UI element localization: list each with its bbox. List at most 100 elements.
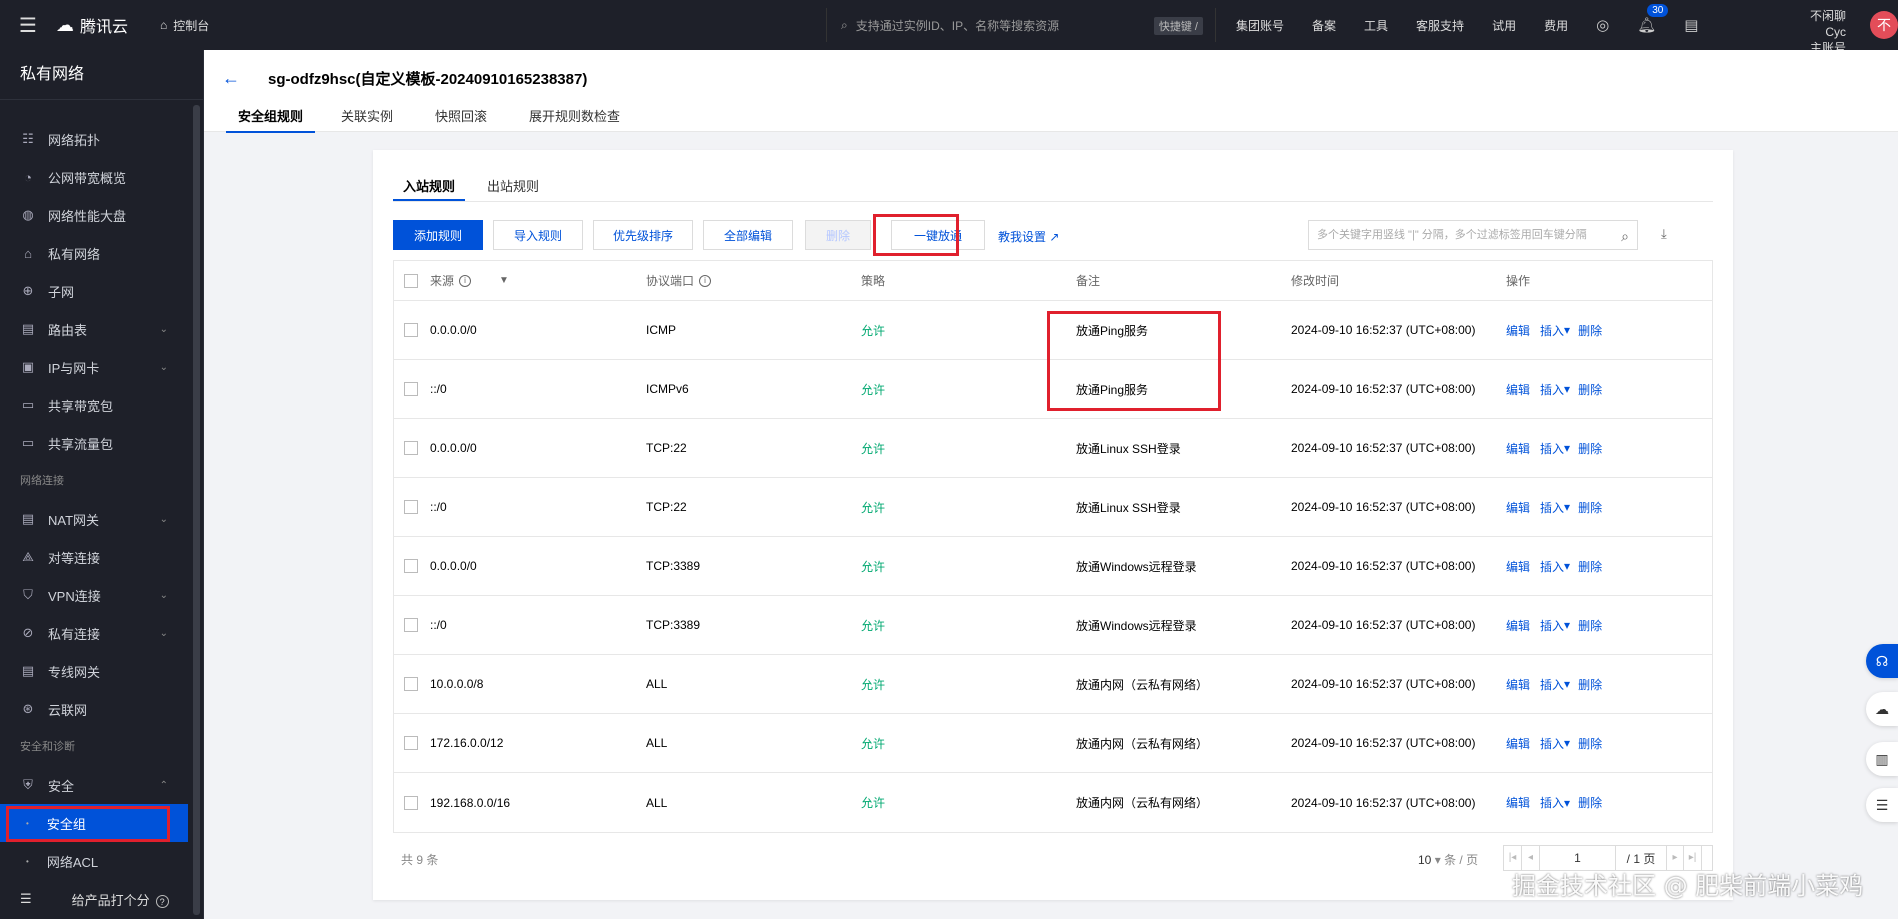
sidebar-item-route-table[interactable]: ▤ 路由表 ⌄: [0, 310, 200, 348]
insert-dropdown[interactable]: 插入: [1540, 322, 1564, 339]
select-all-checkbox[interactable]: [404, 261, 418, 300]
feedback-link[interactable]: 给产品打个分?: [72, 890, 169, 909]
tab-snapshot-rollback[interactable]: 快照回滚: [419, 102, 503, 133]
info-icon[interactable]: i: [699, 274, 712, 287]
nav-tools[interactable]: 工具: [1364, 17, 1388, 34]
tutorial-link[interactable]: 教我设置 ↗: [998, 228, 1059, 245]
insert-dropdown[interactable]: 插入: [1540, 735, 1564, 752]
sidebar-item-shared-bandwidth[interactable]: ▭ 共享带宽包: [0, 386, 200, 424]
delete-button[interactable]: 删除: [805, 220, 871, 250]
sidebar-item-vpn[interactable]: ⛉ VPN连接 ⌄: [0, 576, 200, 614]
delete-link[interactable]: 删除: [1578, 617, 1602, 634]
import-rule-button[interactable]: 导入规则: [493, 220, 583, 250]
delete-link[interactable]: 删除: [1578, 676, 1602, 693]
delete-link[interactable]: 删除: [1578, 794, 1602, 811]
edit-all-button[interactable]: 全部编辑: [703, 220, 793, 250]
nav-trial[interactable]: 试用: [1492, 17, 1516, 34]
row-checkbox[interactable]: [404, 773, 418, 832]
row-checkbox[interactable]: [404, 360, 418, 418]
add-rule-button[interactable]: 添加规则: [393, 220, 483, 250]
insert-dropdown[interactable]: 插入: [1540, 499, 1564, 516]
caret-down-icon[interactable]: ▾: [1564, 677, 1570, 691]
delete-link[interactable]: 删除: [1578, 440, 1602, 457]
global-search[interactable]: ⌕ 支持通过实例ID、IP、名称等搜索资源 快捷键 /: [826, 8, 1216, 42]
collapse-icon[interactable]: ☰: [20, 891, 32, 907]
insert-dropdown[interactable]: 插入: [1540, 381, 1564, 398]
sidebar-item-network-acl[interactable]: • 网络ACL: [0, 842, 200, 880]
insert-dropdown[interactable]: 插入: [1540, 440, 1564, 457]
edit-link[interactable]: 编辑: [1506, 617, 1530, 634]
caret-down-icon[interactable]: ▾: [1564, 500, 1570, 514]
tab-outbound[interactable]: 出站规则: [477, 176, 549, 201]
edit-link[interactable]: 编辑: [1506, 322, 1530, 339]
cloud-assist-icon[interactable]: ☁: [1866, 692, 1898, 726]
sidebar-item-private-link[interactable]: ⊘ 私有连接 ⌄: [0, 614, 200, 652]
sidebar-item-security[interactable]: ⛨ 安全 ⌃: [0, 766, 200, 804]
caret-down-icon[interactable]: ▾: [1564, 796, 1570, 810]
tab-security-rules[interactable]: 安全组规则: [226, 102, 316, 133]
delete-link[interactable]: 删除: [1578, 735, 1602, 752]
nav-billing[interactable]: 费用: [1544, 17, 1568, 34]
nav-support[interactable]: 客服支持: [1416, 17, 1464, 34]
row-checkbox[interactable]: [404, 596, 418, 654]
message-icon[interactable]: ▤: [1684, 16, 1698, 34]
sidebar-item-bandwidth[interactable]: ◔ 公网带宽概览: [0, 158, 200, 196]
delete-link[interactable]: 删除: [1578, 558, 1602, 575]
back-arrow-icon[interactable]: ←: [222, 68, 240, 89]
insert-dropdown[interactable]: 插入: [1540, 558, 1564, 575]
edit-link[interactable]: 编辑: [1506, 676, 1530, 693]
caret-down-icon[interactable]: ▾: [1564, 441, 1570, 455]
avatar[interactable]: 不: [1870, 11, 1898, 39]
account-menu[interactable]: 不闲聊Cyc 主账号: [1790, 8, 1846, 56]
delete-link[interactable]: 删除: [1578, 381, 1602, 398]
delete-link[interactable]: 删除: [1578, 499, 1602, 516]
sidebar-item-performance[interactable]: ◍ 网络性能大盘: [0, 196, 200, 234]
sidebar-item-subnet[interactable]: ⊕ 子网: [0, 272, 200, 310]
row-checkbox[interactable]: [404, 419, 418, 477]
sidebar-item-topology[interactable]: ☷ 网络拓扑: [0, 120, 200, 158]
console-link[interactable]: ⌂ 控制台: [160, 17, 209, 34]
insert-dropdown[interactable]: 插入: [1540, 617, 1564, 634]
edit-link[interactable]: 编辑: [1506, 499, 1530, 516]
brand-logo[interactable]: ☁ 腾讯云: [56, 13, 154, 37]
rule-search-input[interactable]: 多个关键字用竖线 "|" 分隔，多个过滤标签用回车键分隔 ⌕: [1308, 220, 1638, 250]
row-checkbox[interactable]: [404, 537, 418, 595]
sidebar-item-nat[interactable]: ▤ NAT网关 ⌄: [0, 500, 200, 538]
sidebar-item-vpc[interactable]: ⌂ 私有网络: [0, 234, 200, 272]
caret-down-icon[interactable]: ▾: [1564, 323, 1570, 337]
row-checkbox[interactable]: [404, 655, 418, 713]
tab-rule-count-check[interactable]: 展开规则数检查: [513, 102, 636, 133]
insert-dropdown[interactable]: 插入: [1540, 794, 1564, 811]
edit-link[interactable]: 编辑: [1506, 558, 1530, 575]
list-icon[interactable]: ☰: [1866, 788, 1898, 822]
nav-group-account[interactable]: 集团账号: [1236, 17, 1284, 34]
download-icon[interactable]: ⤓: [1661, 226, 1667, 242]
edit-link[interactable]: 编辑: [1506, 735, 1530, 752]
delete-link[interactable]: 删除: [1578, 322, 1602, 339]
nav-icp[interactable]: 备案: [1312, 17, 1336, 34]
info-icon[interactable]: i: [459, 274, 472, 287]
book-icon[interactable]: ▥: [1866, 742, 1898, 776]
edit-link[interactable]: 编辑: [1506, 381, 1530, 398]
menu-icon[interactable]: ☰: [0, 0, 56, 50]
edit-link[interactable]: 编辑: [1506, 440, 1530, 457]
page-size-select[interactable]: 10 ▾ 条 / 页: [1418, 851, 1478, 868]
filter-icon[interactable]: ▼: [499, 275, 509, 286]
caret-down-icon[interactable]: ▾: [1564, 559, 1570, 573]
priority-sort-button[interactable]: 优先级排序: [593, 220, 693, 250]
caret-down-icon[interactable]: ▾: [1564, 382, 1570, 396]
headset-icon[interactable]: ☊: [1866, 644, 1898, 678]
compass-icon[interactable]: ◎: [1596, 16, 1609, 34]
sidebar-item-dc-gateway[interactable]: ▤ 专线网关: [0, 652, 200, 690]
sidebar-item-ip-nic[interactable]: ▣ IP与网卡 ⌄: [0, 348, 200, 386]
caret-down-icon[interactable]: ▾: [1564, 618, 1570, 632]
edit-link[interactable]: 编辑: [1506, 794, 1530, 811]
search-icon[interactable]: ⌕: [1621, 222, 1629, 250]
bell-icon[interactable]: 🔔︎ 30: [1637, 4, 1669, 34]
tab-inbound[interactable]: 入站规则: [393, 176, 466, 201]
insert-dropdown[interactable]: 插入: [1540, 676, 1564, 693]
row-checkbox[interactable]: [404, 714, 418, 772]
sidebar-item-peering[interactable]: ⟁ 对等连接: [0, 538, 200, 576]
tab-associated-instances[interactable]: 关联实例: [325, 102, 409, 133]
row-checkbox[interactable]: [404, 301, 418, 359]
